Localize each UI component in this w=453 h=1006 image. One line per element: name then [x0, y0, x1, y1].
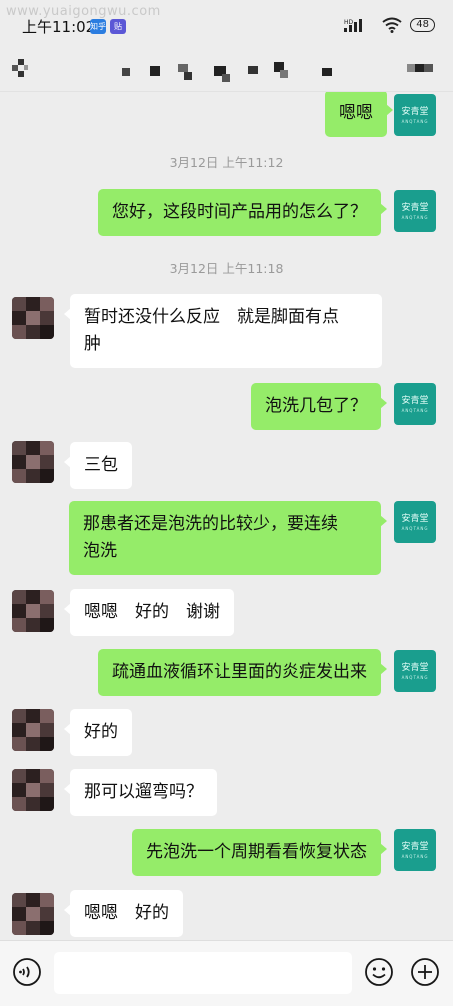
avatar-logo-subtext: ANQTANG	[401, 214, 429, 220]
self-avatar[interactable]: 安青堂 ANQTANG	[394, 190, 436, 232]
avatar-logo-text: 安青堂	[401, 106, 429, 117]
battery-indicator: 48	[410, 18, 435, 32]
avatar-mosaic	[12, 441, 54, 483]
contact-avatar-pixelated[interactable]	[12, 297, 54, 339]
chat-title-bar	[0, 48, 453, 92]
self-avatar[interactable]: 安青堂 ANQTANG	[394, 501, 436, 543]
avatar-logo-text: 安青堂	[401, 513, 429, 524]
message-bubble-incoming[interactable]: 嗯嗯 好的 谢谢	[64, 589, 234, 636]
message-bubble-outgoing[interactable]: 您好，这段时间产品用的怎么了？	[98, 189, 387, 236]
back-icon[interactable]	[10, 57, 30, 81]
message-text: 您好，这段时间产品用的怎么了？	[112, 202, 367, 222]
message-bubble-outgoing[interactable]: 那患者还是泡洗的比较少，要连续 泡洗	[69, 501, 387, 575]
contact-name-pixelated	[122, 62, 332, 82]
contact-avatar-pixelated[interactable]	[12, 769, 54, 811]
message-bubble-incoming[interactable]: 好的	[64, 709, 132, 756]
message-text: 泡洗几包了？	[265, 396, 367, 416]
timestamp-label: 3月12日 上午11:12	[169, 155, 284, 170]
timestamp-label: 3月12日 上午11:18	[169, 261, 284, 276]
avatar-logo-text: 安青堂	[401, 662, 429, 673]
zhihu-notification-icon: 知乎	[90, 19, 106, 34]
avatar-logo-subtext: ANQTANG	[401, 118, 429, 124]
avatar-mosaic	[12, 297, 54, 339]
avatar-mosaic	[12, 709, 54, 751]
wifi-icon	[382, 17, 402, 33]
message-input[interactable]	[54, 952, 352, 994]
avatar-logo-text: 安青堂	[401, 395, 429, 406]
message-text: 疏通血液循环让里面的炎症发出来	[112, 662, 367, 682]
message-bubble-outgoing[interactable]: 泡洗几包了？	[251, 383, 387, 430]
self-avatar[interactable]: 安青堂 ANQTANG	[394, 829, 436, 871]
emoji-icon[interactable]	[364, 957, 394, 987]
message-text: 嗯嗯 好的 谢谢	[84, 602, 220, 622]
status-time: 上午11:02	[22, 18, 96, 36]
contact-avatar-pixelated[interactable]	[12, 893, 54, 935]
chat-message-list[interactable]: 嗯嗯 安青堂 ANQTANG 3月12日 上午11:12 您好，这段时间产品用的…	[0, 92, 453, 940]
input-toolbar	[0, 940, 453, 1006]
message-text-line: 那患者还是泡洗的比较少，要连续	[83, 514, 338, 534]
message-bubble-incoming[interactable]: 嗯嗯 好的	[64, 890, 183, 937]
avatar-logo-subtext: ANQTANG	[401, 525, 429, 531]
message-text: 嗯嗯 好的	[84, 903, 169, 923]
self-avatar[interactable]: 安青堂 ANQTANG	[394, 383, 436, 425]
message-text: 那可以遛弯吗？	[84, 782, 203, 802]
message-text-line: 泡洗	[83, 541, 117, 561]
message-bubble-incoming[interactable]: 暂时还没什么反应 就是脚面有点 肿	[64, 294, 382, 368]
avatar-logo-text: 安青堂	[401, 841, 429, 852]
avatar-logo-subtext: ANQTANG	[401, 407, 429, 413]
message-bubble-incoming[interactable]: 三包	[64, 442, 132, 489]
message-bubble-outgoing[interactable]: 嗯嗯	[325, 92, 393, 137]
avatar-mosaic	[12, 590, 54, 632]
signal-icon: HD	[344, 19, 363, 32]
voice-input-icon[interactable]	[12, 957, 42, 987]
self-avatar[interactable]: 安青堂 ANQTANG	[394, 94, 436, 136]
avatar-mosaic	[12, 893, 54, 935]
message-bubble-outgoing[interactable]: 疏通血液循环让里面的炎症发出来	[98, 649, 387, 696]
network-label: HD	[344, 19, 354, 26]
more-actions-plus-icon[interactable]	[410, 957, 440, 987]
self-avatar[interactable]: 安青堂 ANQTANG	[394, 650, 436, 692]
message-text: 三包	[84, 455, 118, 475]
message-bubble-incoming[interactable]: 那可以遛弯吗？	[64, 769, 217, 816]
avatar-logo-subtext: ANQTANG	[401, 674, 429, 680]
contact-avatar-pixelated[interactable]	[12, 441, 54, 483]
status-bar: www.yuaigongwu.com 上午11:02 知乎 贴 HD 48	[0, 0, 453, 48]
tieba-notification-icon: 贴	[110, 19, 126, 34]
avatar-mosaic	[12, 769, 54, 811]
contact-avatar-pixelated[interactable]	[12, 590, 54, 632]
message-text: 先泡洗一个周期看看恢复状态	[146, 842, 367, 862]
message-text-line: 暂时还没什么反应 就是脚面有点	[84, 307, 339, 327]
message-text-line: 肿	[84, 334, 101, 354]
system-icons: HD 48	[344, 16, 435, 34]
message-bubble-outgoing[interactable]: 先泡洗一个周期看看恢复状态	[132, 829, 387, 876]
avatar-logo-subtext: ANQTANG	[401, 853, 429, 859]
more-icon[interactable]	[407, 62, 433, 74]
message-text: 嗯嗯	[339, 103, 373, 123]
avatar-logo-text: 安青堂	[401, 202, 429, 213]
contact-avatar-pixelated[interactable]	[12, 709, 54, 751]
message-text: 好的	[84, 722, 118, 742]
